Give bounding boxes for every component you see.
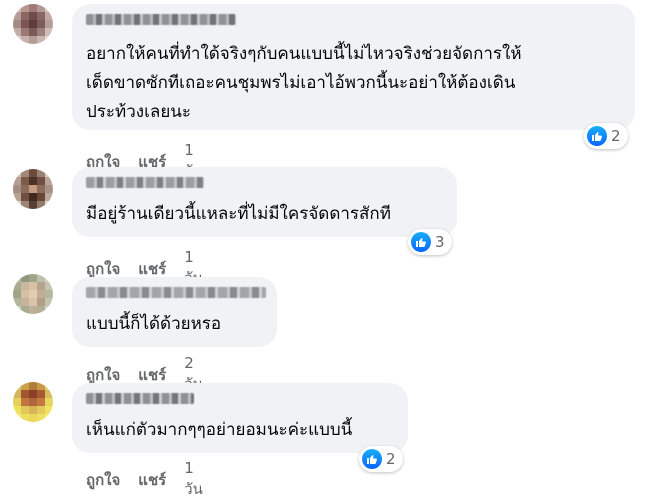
commenter-name-blurred[interactable] [86, 177, 204, 188]
commenter-name-blurred[interactable] [86, 14, 236, 25]
commenter-name-blurred[interactable] [86, 287, 266, 298]
share-button[interactable]: แชร์ [138, 468, 166, 492]
reaction-badge[interactable]: 3 [408, 229, 452, 255]
comment-bubble: อยากให้คนที่ทำใด้จริงๆกับคนแบบนี้ไม่ไหวจ… [72, 4, 635, 130]
reaction-badge[interactable]: 2 [359, 446, 403, 472]
timestamp[interactable]: 1 วัน [184, 459, 203, 501]
reaction-count: 2 [611, 127, 621, 145]
comment-bubble: มีอยู่ร้านเดียวนี้แหละที่ไม่มีใครจัดดารส… [72, 167, 457, 237]
comment-text: มีอยู่ร้านเดียวนี้แหละที่ไม่มีใครจัดดารส… [86, 204, 391, 224]
like-thumbs-up-icon [587, 126, 607, 146]
comment-actions: ถูกใจ แชร์ 1 วัน [86, 459, 203, 501]
like-thumbs-up-icon [411, 232, 431, 252]
comment-text: เห็นแก่ตัวมากๆๆอย่ายอมนะค่ะแบบนี้ [86, 420, 353, 440]
commenter-name-blurred[interactable] [86, 393, 194, 404]
like-thumbs-up-icon [362, 449, 382, 469]
comment-bubble: แบบนี้ก็ได้ด้วยหรอ [72, 277, 277, 347]
avatar[interactable] [13, 274, 53, 314]
like-button[interactable]: ถูกใจ [86, 468, 120, 492]
comment-text: แบบนี้ก็ได้ด้วยหรอ [86, 314, 222, 334]
reaction-count: 3 [435, 233, 445, 251]
reaction-badge[interactable]: 2 [584, 123, 628, 149]
comment-bubble: เห็นแก่ตัวมากๆๆอย่ายอมนะค่ะแบบนี้ [72, 383, 408, 453]
avatar[interactable] [13, 382, 53, 422]
avatar[interactable] [13, 169, 53, 209]
reaction-count: 2 [386, 450, 396, 468]
comment-text: อยากให้คนที่ทำใด้จริงๆกับคนแบบนี้ไม่ไหวจ… [86, 44, 522, 122]
avatar[interactable] [13, 4, 53, 44]
